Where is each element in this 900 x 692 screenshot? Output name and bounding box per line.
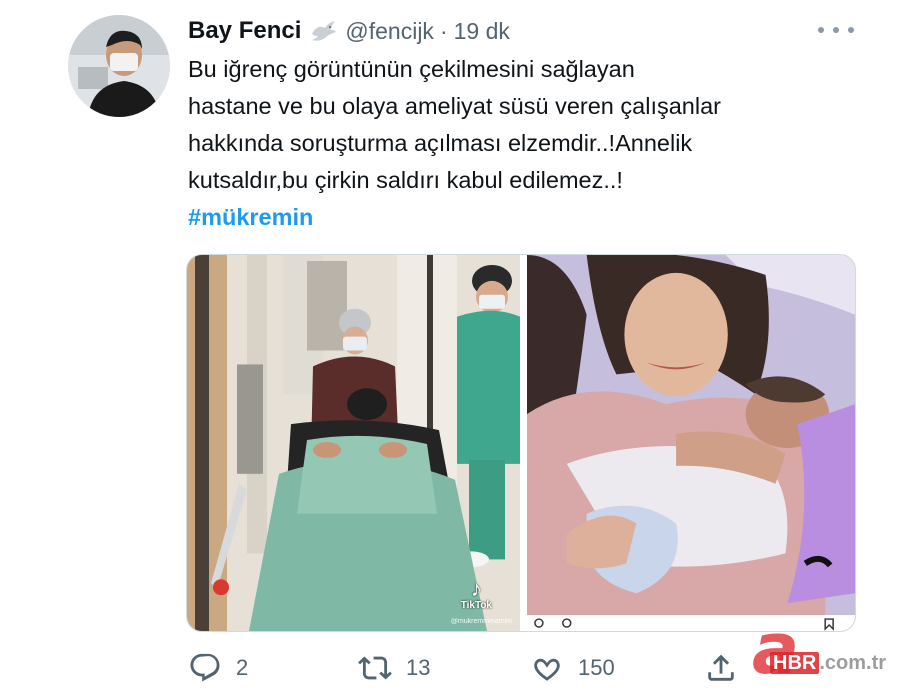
reply-button[interactable]: 2 (188, 648, 248, 688)
tweet-text-line: kutsaldır,bu çirkin saldırı kabul edilem… (188, 167, 623, 193)
tiktok-icon: ♪ (470, 576, 482, 601)
avatar[interactable] (68, 15, 170, 117)
share-button[interactable] (704, 648, 738, 688)
hospital-photo[interactable]: ♪ TikTok @mukremmmamim (187, 255, 520, 631)
hbr-watermark: a HBR .com.tr (748, 612, 900, 692)
retweet-count: 13 (406, 655, 431, 680)
tweet-text-line: hastane ve bu olaya ameliyat süsü veren … (188, 93, 721, 119)
media-grid: ♪ TikTok @mukremmmamim (186, 254, 856, 632)
watermark-text: HBR .com.tr (770, 652, 886, 675)
tweet-text-line: Bu iğrenç görüntünün çekilmesini sağlaya… (188, 56, 635, 82)
like-button[interactable]: 150 (530, 648, 615, 688)
reply-count: 2 (236, 655, 249, 680)
handle[interactable]: @fencijk (345, 18, 434, 45)
mother-baby-scene (527, 255, 855, 631)
reply-icon (190, 653, 220, 682)
tweet-header: Bay Fenci @fencijk · 19 dk (188, 14, 510, 48)
hospital-scene (187, 255, 520, 631)
more-icon[interactable] (818, 20, 854, 40)
media-gap (520, 255, 527, 631)
mother-baby-photo[interactable] (527, 255, 855, 631)
hashtag-link[interactable]: #mükremin (188, 204, 313, 231)
heart-icon (534, 658, 560, 681)
tweet-text: Bu iğrenç görüntünün çekilmesini sağlaya… (188, 51, 828, 199)
dove-icon (309, 18, 337, 44)
display-name[interactable]: Bay Fenci (188, 17, 301, 45)
avatar-image (68, 15, 170, 117)
tiktok-watermark: ♪ TikTok (460, 576, 492, 612)
retweet-button[interactable]: 13 (358, 648, 430, 688)
tiktok-label: TikTok (460, 600, 492, 611)
like-count: 150 (578, 655, 615, 680)
watermark-brand: HBR (770, 652, 820, 674)
tiktok-username: @mukremmmamim (450, 618, 512, 625)
share-icon (708, 654, 734, 681)
tweet-text-line: hakkında soruşturma açılması elzemdir..!… (188, 130, 693, 156)
action-bar: 2 13 150 (188, 648, 748, 688)
retweet-icon (358, 656, 392, 680)
timestamp[interactable]: 19 dk (454, 18, 510, 45)
watermark-domain: .com.tr (819, 652, 887, 674)
separator-dot: · (439, 17, 448, 44)
